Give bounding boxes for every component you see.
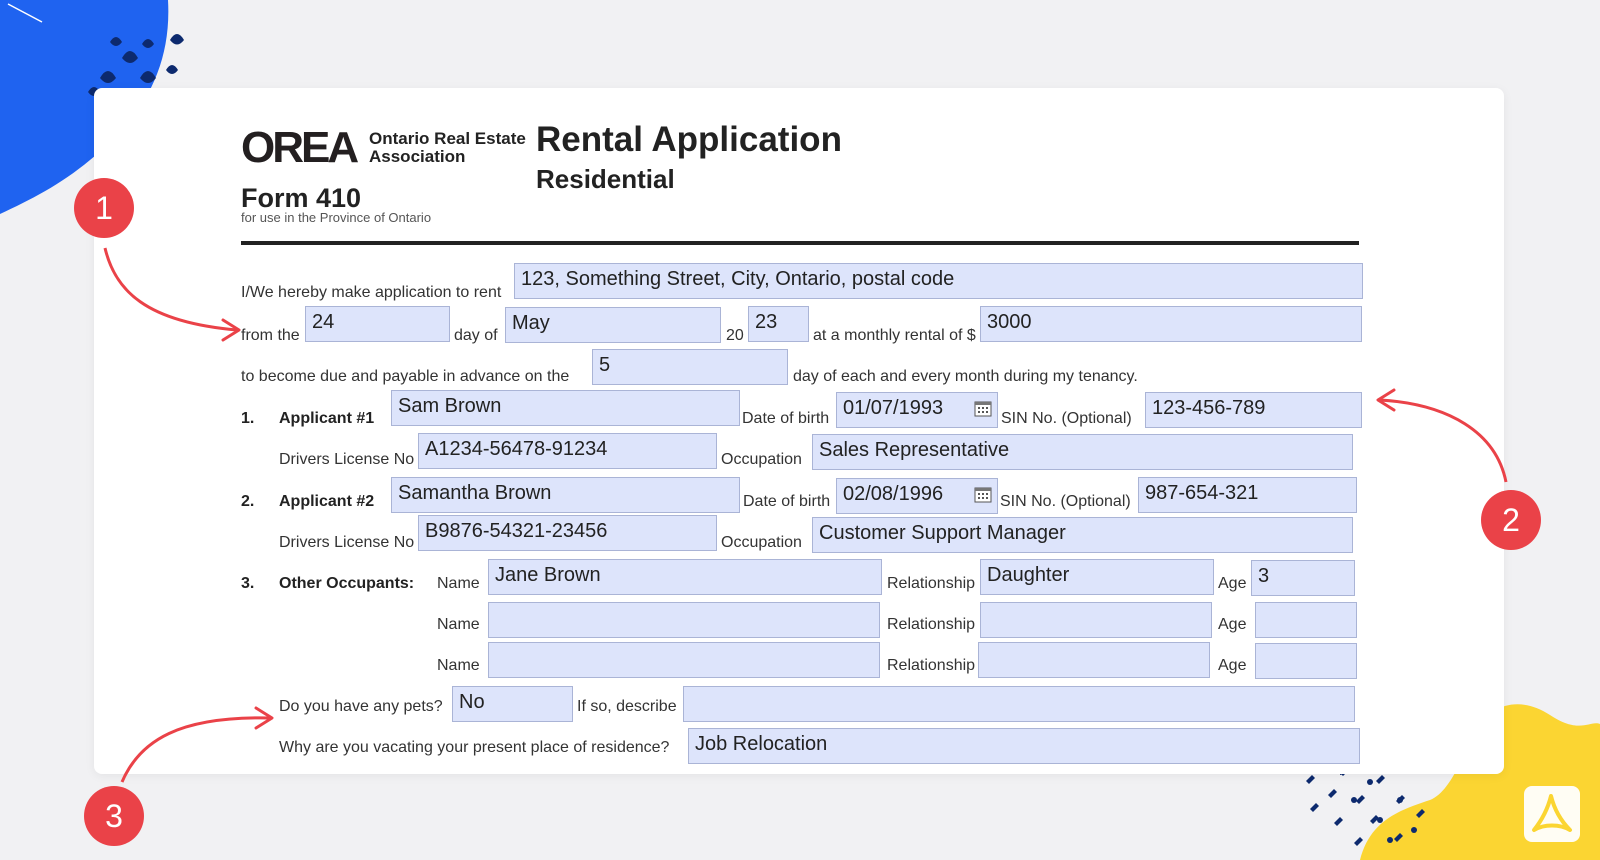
year-prefix-label: 20 — [726, 327, 744, 344]
intro-label: I/We hereby make application to rent — [241, 284, 502, 301]
start-day-field[interactable]: 24 — [305, 306, 450, 342]
occupant1-name-field[interactable]: Jane Brown — [488, 559, 882, 595]
callout-badge-1: 1 — [74, 178, 134, 238]
orea-logo: OREA — [241, 124, 361, 168]
pets-field[interactable]: No — [452, 686, 573, 722]
pdf-logo-icon — [1524, 786, 1580, 842]
form-number: Form 410 — [241, 183, 362, 213]
occupants-number: 3. — [241, 575, 255, 592]
arrow-icon — [103, 247, 241, 342]
applicant2-dob-label: Date of birth — [743, 493, 831, 510]
applicant1-dob-label: Date of birth — [742, 410, 830, 427]
form-scope: for use in the Province of Ontario — [241, 210, 432, 225]
applicant1-occupation-label: Occupation — [721, 451, 802, 468]
applicant2-license-label: Drivers License No — [279, 534, 415, 551]
occupant3-age-field[interactable] — [1255, 643, 1357, 679]
page-title: Rental Application — [536, 120, 842, 159]
calendar-icon[interactable] — [974, 400, 992, 417]
org-name-line2: Association — [369, 147, 466, 166]
applicant1-dob-value: 01/07/1993 — [843, 397, 944, 419]
occupant2-relationship-field[interactable] — [980, 602, 1212, 638]
occupant2-name-field[interactable] — [488, 602, 880, 638]
occupant2-name-label: Name — [437, 616, 480, 633]
applicant2-dob-field[interactable]: 02/08/1996 — [836, 478, 998, 514]
monthly-rental-label: at a monthly rental of $ — [813, 327, 976, 344]
arrow-icon — [120, 706, 274, 783]
occupant3-age-label: Age — [1218, 657, 1247, 674]
applicant1-occupation-field[interactable]: Sales Representative — [812, 434, 1353, 470]
occupant1-age-field[interactable]: 3 — [1251, 560, 1355, 596]
applicant2-sin-label: SIN No. (Optional) — [1000, 493, 1131, 510]
callout-badge-2: 2 — [1481, 490, 1541, 550]
occupant3-name-label: Name — [437, 657, 480, 674]
applicant1-license-label: Drivers License No — [279, 451, 415, 468]
applicant2-occupation-field[interactable]: Customer Support Manager — [812, 517, 1353, 553]
applicant2-name-field[interactable]: Samantha Brown — [391, 477, 740, 513]
calendar-icon[interactable] — [974, 486, 992, 503]
occupants-label: Other Occupants: — [279, 575, 415, 592]
from-the-label: from the — [241, 327, 300, 344]
day-of-label: day of — [454, 327, 498, 344]
occupant3-name-field[interactable] — [488, 642, 880, 678]
dots-bottom-right — [1306, 767, 1425, 846]
applicant1-label: Applicant #1 — [279, 410, 375, 427]
pets-describe-label: If so, describe — [577, 698, 677, 715]
applicant1-license-field[interactable]: A1234-56478-91234 — [418, 433, 717, 469]
occupant1-relationship-label: Relationship — [887, 575, 976, 592]
occupant3-relationship-label: Relationship — [887, 657, 976, 674]
occupant2-age-field[interactable] — [1255, 602, 1357, 638]
org-name-line1: Ontario Real Estate — [369, 129, 526, 148]
header-divider — [241, 241, 1359, 245]
pets-description-field[interactable] — [683, 686, 1355, 722]
applicant2-dob-value: 02/08/1996 — [843, 483, 944, 505]
page-subtitle: Residential — [536, 164, 675, 194]
occupant1-relationship-field[interactable]: Daughter — [980, 559, 1214, 595]
applicant2-license-field[interactable]: B9876-54321-23456 — [418, 515, 717, 551]
due-suffix-label: day of each and every month during my te… — [793, 368, 1138, 385]
applicant1-name-field[interactable]: Sam Brown — [391, 390, 740, 426]
monthly-rent-field[interactable]: 3000 — [980, 306, 1362, 342]
applicant2-label: Applicant #2 — [279, 493, 375, 510]
applicant2-sin-field[interactable]: 987-654-321 — [1138, 477, 1357, 513]
due-day-field[interactable]: 5 — [592, 349, 788, 385]
callout-badge-3: 3 — [84, 786, 144, 846]
due-label: to become due and payable in advance on … — [241, 368, 570, 385]
start-year-field[interactable]: 23 — [748, 306, 809, 342]
occupant1-age-label: Age — [1218, 575, 1247, 592]
occupant3-relationship-field[interactable] — [978, 642, 1210, 678]
applicant2-occupation-label: Occupation — [721, 534, 802, 551]
occupant2-relationship-label: Relationship — [887, 616, 976, 633]
logo-wordmark: OREA — [241, 124, 358, 168]
vacating-label: Why are you vacating your present place … — [279, 739, 670, 756]
applicant1-sin-field[interactable]: 123-456-789 — [1145, 392, 1362, 428]
applicant1-number: 1. — [241, 410, 255, 427]
applicant2-number: 2. — [241, 493, 255, 510]
applicant1-dob-field[interactable]: 01/07/1993 — [836, 392, 998, 428]
start-month-field[interactable]: May — [505, 307, 721, 343]
property-address-field[interactable]: 123, Something Street, City, Ontario, po… — [514, 263, 1363, 299]
occupant2-age-label: Age — [1218, 616, 1247, 633]
applicant1-sin-label: SIN No. (Optional) — [1001, 410, 1132, 427]
occupant1-name-label: Name — [437, 575, 480, 592]
arrow-icon — [1376, 388, 1508, 483]
vacating-reason-field[interactable]: Job Relocation — [688, 728, 1360, 764]
pets-label: Do you have any pets? — [279, 698, 443, 715]
